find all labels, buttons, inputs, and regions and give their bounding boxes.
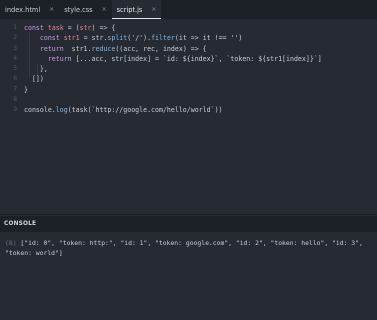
- line-number: 3: [13, 44, 17, 52]
- code-token: = str.: [79, 34, 108, 43]
- code-line[interactable]: return str1.reduce((acc, rec, index) => …: [24, 44, 377, 54]
- tab-label: style.css: [64, 5, 93, 14]
- console-output: (8) ["id: 0", "token: http:", "id: 1", "…: [0, 232, 377, 320]
- code-token: return: [24, 54, 76, 63]
- code-line[interactable]: return [...acc, str[index] = `id: ${inde…: [24, 54, 377, 64]
- code-token: ) => {: [91, 24, 116, 32]
- code-token: }: [24, 85, 28, 94]
- code-token: str1: [63, 34, 80, 43]
- panel-divider[interactable]: [0, 214, 377, 215]
- code-token: const: [24, 34, 64, 43]
- code-token: []): [24, 75, 44, 84]
- code-line[interactable]: [24, 95, 377, 105]
- code-token: log: [55, 106, 68, 115]
- code-token: ('/').: [127, 34, 152, 43]
- code-token: split: [107, 34, 128, 43]
- code-line[interactable]: const task = (str) => {: [24, 23, 377, 33]
- tab-style-css[interactable]: style.css ×: [59, 0, 111, 19]
- code-token: str: [79, 24, 92, 32]
- line-number: 5: [13, 65, 17, 73]
- close-icon[interactable]: ×: [102, 6, 107, 13]
- console-header: CONSOLE: [0, 216, 377, 232]
- array-length: (8): [5, 239, 17, 247]
- tab-index-html[interactable]: index.html ×: [0, 0, 59, 19]
- code-editor[interactable]: 1 2 3 4 5 6 7 8 9 const task = (str) => { const …: [0, 19, 377, 214]
- code-line[interactable]: },: [24, 64, 377, 74]
- line-number-gutter: 1 2 3 4 5 6 7 8 9: [0, 23, 17, 116]
- tab-script-js[interactable]: script.js ×: [111, 0, 162, 19]
- code-token: console.: [24, 106, 56, 115]
- code-line[interactable]: console.log(task(`http://google.com/hell…: [24, 105, 377, 115]
- code-token: },: [24, 65, 48, 74]
- code-area[interactable]: const task = (str) => { const str1 = str…: [24, 23, 377, 116]
- code-token: return: [24, 44, 68, 53]
- code-token: str1.: [67, 44, 92, 53]
- tab-label: script.js: [116, 5, 143, 14]
- tab-label: index.html: [5, 5, 41, 14]
- code-token: ((acc, rec, index) => {: [115, 44, 207, 53]
- line-number: 9: [13, 106, 17, 114]
- line-number: 2: [13, 34, 17, 42]
- tab-bar: index.html × style.css × script.js ×: [0, 0, 377, 19]
- code-token: [...acc, str[index] = `id: ${index}`, `t…: [75, 54, 322, 63]
- code-token: filter: [151, 34, 175, 43]
- line-number: 1: [13, 24, 17, 31]
- code-line[interactable]: const str1 = str.split('/').filter(it =>…: [24, 33, 377, 43]
- code-token: (it => it !== ''): [174, 34, 243, 43]
- line-number: 6: [13, 75, 17, 83]
- code-token: reduce: [91, 44, 116, 53]
- close-icon[interactable]: ×: [49, 6, 54, 13]
- console-log-text: ["id: 0", "token: http:", "id: 1", "toke…: [5, 239, 363, 258]
- console-title: CONSOLE: [4, 221, 37, 227]
- line-number: 7: [13, 85, 17, 93]
- code-token: const: [24, 24, 48, 32]
- code-token: task: [47, 24, 64, 32]
- line-number: 4: [13, 54, 17, 62]
- code-token: = (: [63, 24, 80, 32]
- code-line[interactable]: }: [24, 85, 377, 95]
- code-token: (task(`http://google.com/hello/world`)): [67, 106, 223, 115]
- code-line[interactable]: []): [24, 74, 377, 84]
- line-number: 8: [13, 96, 17, 104]
- close-icon[interactable]: ×: [151, 6, 156, 13]
